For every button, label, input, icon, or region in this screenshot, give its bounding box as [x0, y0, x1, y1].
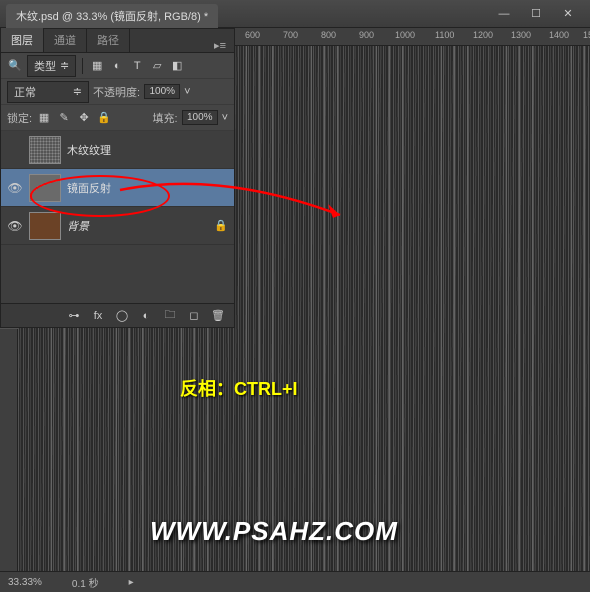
horizontal-ruler: 600 700 800 900 1000 1100 1200 1300 1400…	[235, 28, 590, 46]
tab-channels[interactable]: 通道	[44, 28, 87, 52]
layer-name[interactable]: 背景	[67, 218, 89, 234]
fill-value[interactable]: 100%	[182, 110, 218, 125]
blend-mode-dropdown[interactable]: 正常≑	[7, 81, 89, 103]
watermark: WWW.PSAHZ.COM	[150, 516, 398, 547]
lock-all-icon[interactable]: 🔒	[96, 110, 112, 126]
layer-item[interactable]: 木纹纹理	[1, 131, 234, 169]
layer-item[interactable]: 👁 背景 🔒	[1, 207, 234, 245]
lock-position-icon[interactable]: ✥	[76, 110, 92, 126]
search-icon[interactable]: 🔍	[7, 58, 23, 74]
panel-tabs: 图层 通道 路径 ▸≡	[1, 29, 234, 53]
kind-dropdown[interactable]: 类型≑	[27, 55, 76, 77]
filter-shape-icon[interactable]: ▱	[149, 58, 165, 74]
link-layers-icon[interactable]: ⊶	[66, 308, 82, 324]
layer-name[interactable]: 镜面反射	[67, 180, 111, 196]
visibility-toggle[interactable]: 👁	[7, 219, 23, 233]
panel-footer: ⊶ fx ◯ ◐ 🗀 ◻ 🗑	[1, 303, 234, 327]
fx-icon[interactable]: fx	[90, 308, 106, 324]
close-button[interactable]: ✕	[552, 4, 584, 24]
timing-info: 0.1 秒	[72, 575, 99, 590]
filter-adjust-icon[interactable]: ◐	[109, 58, 125, 74]
filter-type-icon[interactable]: T	[129, 58, 145, 74]
filter-pixel-icon[interactable]: ▦	[89, 58, 105, 74]
zoom-level[interactable]: 33.33%	[8, 577, 42, 588]
vertical-ruler	[0, 329, 18, 571]
filter-row: 🔍 类型≑ ▦ ◐ T ▱ ◧	[1, 53, 234, 79]
visibility-toggle[interactable]: 👁	[7, 181, 23, 195]
minimize-button[interactable]: —	[488, 4, 520, 24]
opacity-label: 不透明度:	[93, 84, 140, 100]
blend-row: 正常≑ 不透明度: 100% ˅	[1, 79, 234, 105]
lock-transparent-icon[interactable]: ▦	[36, 110, 52, 126]
mask-icon[interactable]: ◯	[114, 308, 130, 324]
document-tab[interactable]: 木纹.psd @ 33.3% (镜面反射, RGB/8) *	[6, 4, 218, 28]
lock-label: 锁定:	[7, 110, 32, 126]
adjustment-icon[interactable]: ◐	[138, 308, 154, 324]
layer-thumbnail[interactable]	[29, 212, 61, 240]
layer-thumbnail[interactable]	[29, 136, 61, 164]
lock-icon: 🔒	[214, 219, 228, 232]
window-buttons: — ☐ ✕	[488, 4, 584, 24]
delete-icon[interactable]: 🗑	[210, 308, 226, 324]
panel-menu-icon[interactable]: ▸≡	[206, 39, 234, 52]
maximize-button[interactable]: ☐	[520, 4, 552, 24]
filter-smart-icon[interactable]: ◧	[169, 58, 185, 74]
fill-label: 填充:	[153, 110, 178, 126]
new-layer-icon[interactable]: ◻	[186, 308, 202, 324]
title-bar: 木纹.psd @ 33.3% (镜面反射, RGB/8) * — ☐ ✕	[0, 0, 590, 28]
lock-row: 锁定: ▦ ✎ ✥ 🔒 填充: 100% ˅	[1, 105, 234, 131]
opacity-arrow-icon[interactable]: ˅	[184, 86, 190, 98]
status-arrow-icon[interactable]: ▸	[129, 577, 134, 588]
opacity-value[interactable]: 100%	[144, 84, 180, 99]
tab-paths[interactable]: 路径	[87, 28, 130, 52]
lock-pixels-icon[interactable]: ✎	[56, 110, 72, 126]
fill-arrow-icon[interactable]: ˅	[222, 112, 228, 124]
layer-list: 木纹纹理 👁 镜面反射 👁 背景 🔒	[1, 131, 234, 303]
layer-name[interactable]: 木纹纹理	[67, 142, 111, 158]
tab-layers[interactable]: 图层	[1, 28, 44, 52]
layer-item[interactable]: 👁 镜面反射	[1, 169, 234, 207]
group-icon[interactable]: 🗀	[162, 308, 178, 324]
layers-panel: 图层 通道 路径 ▸≡ 🔍 类型≑ ▦ ◐ T ▱ ◧ 正常≑ 不透明度: 10…	[0, 28, 235, 328]
layer-thumbnail[interactable]	[29, 174, 61, 202]
status-bar: 33.33% 0.1 秒 ▸	[0, 571, 590, 592]
annotation-text: 反相：CTRL+I	[180, 375, 298, 401]
